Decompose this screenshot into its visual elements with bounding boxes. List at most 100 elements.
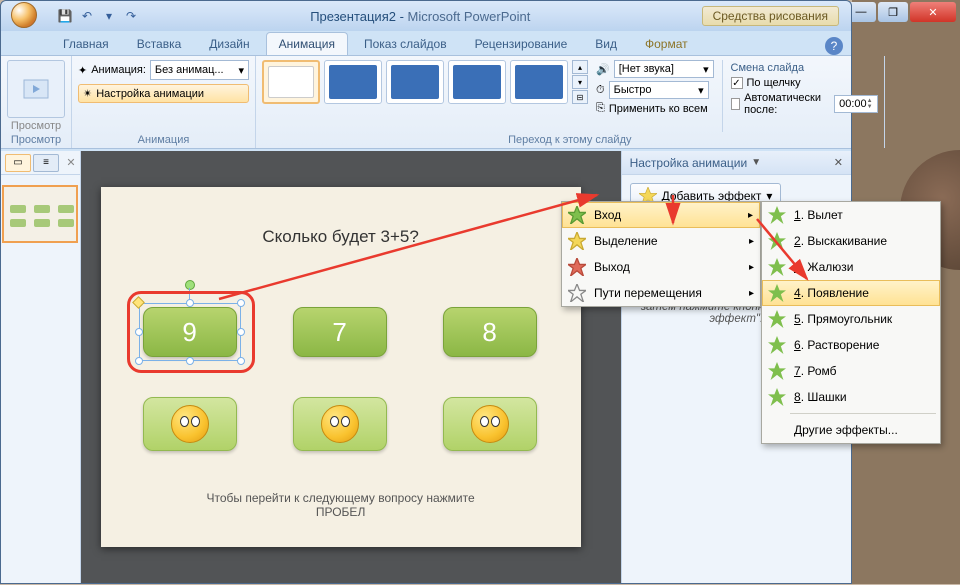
os-close-button[interactable]: ✕ [910, 2, 956, 22]
group-preview-label: Просмотр [1, 134, 71, 146]
transition-gallery[interactable]: ▴▾⊟ [262, 60, 588, 104]
outline-tab[interactable]: ≡ [33, 154, 59, 172]
more-effects[interactable]: Другие эффекты... [762, 417, 940, 443]
path-star-icon [568, 284, 586, 302]
effect-blinds[interactable]: 3. Жалюзи [762, 254, 940, 280]
animation-combo[interactable]: Без анимац...▾ [150, 60, 249, 80]
ribbon: Просмотр Просмотр ✦ Анимация: Без анимац… [1, 55, 851, 149]
slide-canvas[interactable]: Сколько будет 3+5? 9 7 8 Чтобы перейти к… [101, 187, 581, 547]
advance-slide-label: Смена слайда [731, 62, 878, 74]
auto-after-time[interactable]: 00:00 ▲▼ [834, 95, 877, 113]
window-title: Презентация2 - Microsoft PowerPoint [139, 9, 702, 24]
tab-format[interactable]: Формат [633, 33, 700, 55]
emoji-button[interactable] [443, 397, 537, 451]
transition-none[interactable] [262, 60, 320, 104]
chevron-down-icon: ▾ [698, 84, 704, 97]
menu-item-entrance[interactable]: Вход ▸ [562, 202, 760, 228]
submenu-arrow-icon: ▸ [748, 210, 753, 221]
help-button[interactable]: ? [825, 37, 843, 55]
office-button[interactable] [7, 2, 47, 30]
submenu-arrow-icon: ▸ [749, 288, 754, 299]
effect-icon [768, 310, 786, 328]
taskpane-menu-icon[interactable]: ▼ [751, 157, 761, 168]
slide-question-text[interactable]: Сколько будет 3+5? [101, 227, 581, 247]
save-icon[interactable]: 💾 [57, 8, 73, 24]
transition-item[interactable] [386, 60, 444, 104]
group-animation-label: Анимация [72, 134, 255, 146]
contextual-tools-label: Средства рисования [702, 6, 839, 26]
on-click-label: По щелчку [747, 77, 801, 89]
auto-after-checkbox[interactable] [731, 98, 741, 110]
preview-button[interactable] [7, 60, 65, 118]
emoji-button[interactable] [293, 397, 387, 451]
star-icon: ✦ [78, 64, 87, 77]
custom-animation-button[interactable]: ✴ Настройка анимации [78, 84, 249, 103]
emoji-face-icon [321, 405, 359, 443]
slide-footer-text[interactable]: Чтобы перейти к следующему вопросу нажми… [101, 491, 581, 519]
preview-label: Просмотр [11, 120, 61, 132]
star-green-icon [568, 206, 586, 224]
menu-item-exit[interactable]: Выход ▸ [562, 254, 760, 280]
emoji-face-icon [171, 405, 209, 443]
emoji-button[interactable] [143, 397, 237, 451]
answer-button-7[interactable]: 7 [293, 307, 387, 357]
animation-combo-label: Анимация: [91, 64, 146, 76]
chevron-down-icon: ▾ [238, 64, 244, 77]
tab-insert[interactable]: Вставка [125, 33, 194, 55]
tab-home[interactable]: Главная [51, 33, 121, 55]
on-click-checkbox[interactable]: ✓ [731, 77, 743, 89]
tab-review[interactable]: Рецензирование [463, 33, 580, 55]
effect-icon [768, 336, 786, 354]
star-red-icon [568, 258, 586, 276]
entrance-effects-submenu: 1. Вылет 2. Выскакивание 3. Жалюзи 4. По… [761, 201, 941, 444]
effect-icon [768, 258, 786, 276]
time-spinner[interactable]: ▲▼ [867, 98, 873, 110]
transition-item[interactable] [448, 60, 506, 104]
tab-animation[interactable]: Анимация [266, 32, 348, 55]
gear-star-icon: ✴ [83, 87, 92, 100]
effect-diamond[interactable]: 7. Ромб [762, 358, 940, 384]
tab-design[interactable]: Дизайн [197, 33, 261, 55]
tab-view[interactable]: Вид [583, 33, 629, 55]
thumbnails-close[interactable]: ✕ [66, 156, 75, 169]
effect-peek-in[interactable]: 2. Выскакивание [762, 228, 940, 254]
transition-item[interactable] [324, 60, 382, 104]
slide-editor[interactable]: Сколько будет 3+5? 9 7 8 Чтобы перейти к… [81, 151, 621, 583]
add-effect-menu: Вход ▸ Выделение ▸ Выход ▸ Пути перемеще… [561, 201, 761, 307]
effect-appear[interactable]: 4. Появление [762, 280, 940, 306]
taskpane-title: Настройка анимации [630, 156, 748, 170]
undo-icon[interactable]: ↶ [79, 8, 95, 24]
app-name: Microsoft PowerPoint [408, 9, 531, 24]
auto-after-label: Автоматически после: [744, 92, 830, 116]
effect-fly-in[interactable]: 1. Вылет [762, 202, 940, 228]
menu-item-motion-paths[interactable]: Пути перемещения ▸ [562, 280, 760, 306]
transition-item[interactable] [510, 60, 568, 104]
redo-icon[interactable]: ↷ [123, 8, 139, 24]
chevron-down-icon: ▾ [703, 63, 709, 76]
effect-dissolve[interactable]: 6. Растворение [762, 332, 940, 358]
submenu-arrow-icon: ▸ [749, 236, 754, 247]
star-yellow-icon [568, 232, 586, 250]
effect-icon [768, 362, 786, 380]
menu-item-emphasis[interactable]: Выделение ▸ [562, 228, 760, 254]
title-bar: 💾 ↶ ▾ ↷ Презентация2 - Microsoft PowerPo… [1, 1, 851, 31]
qat-dropdown-icon[interactable]: ▾ [101, 8, 117, 24]
effect-icon [768, 388, 786, 406]
effect-checker[interactable]: 8. Шашки [762, 384, 940, 410]
speed-combo[interactable]: Быстро▾ [609, 81, 709, 99]
sound-combo[interactable]: [Нет звука]▾ [614, 60, 714, 78]
os-maximize-button[interactable]: ❐ [878, 2, 908, 22]
tab-slideshow[interactable]: Показ слайдов [352, 33, 459, 55]
effect-box[interactable]: 5. Прямоугольник [762, 306, 940, 332]
effect-icon [768, 232, 786, 250]
effect-icon [768, 284, 786, 302]
slide-thumbnail[interactable] [2, 185, 78, 243]
answer-button-8[interactable]: 8 [443, 307, 537, 357]
apply-to-all-button[interactable]: ⎘ Применить ко всем [596, 102, 714, 115]
powerpoint-window: 💾 ↶ ▾ ↷ Презентация2 - Microsoft PowerPo… [0, 0, 852, 584]
quick-access-toolbar: 💾 ↶ ▾ ↷ [57, 8, 139, 24]
slides-tab[interactable]: ▭ [5, 154, 31, 172]
submenu-arrow-icon: ▸ [749, 262, 754, 273]
gallery-scroll[interactable]: ▴▾⊟ [572, 60, 588, 104]
taskpane-close[interactable]: ✕ [834, 156, 843, 169]
